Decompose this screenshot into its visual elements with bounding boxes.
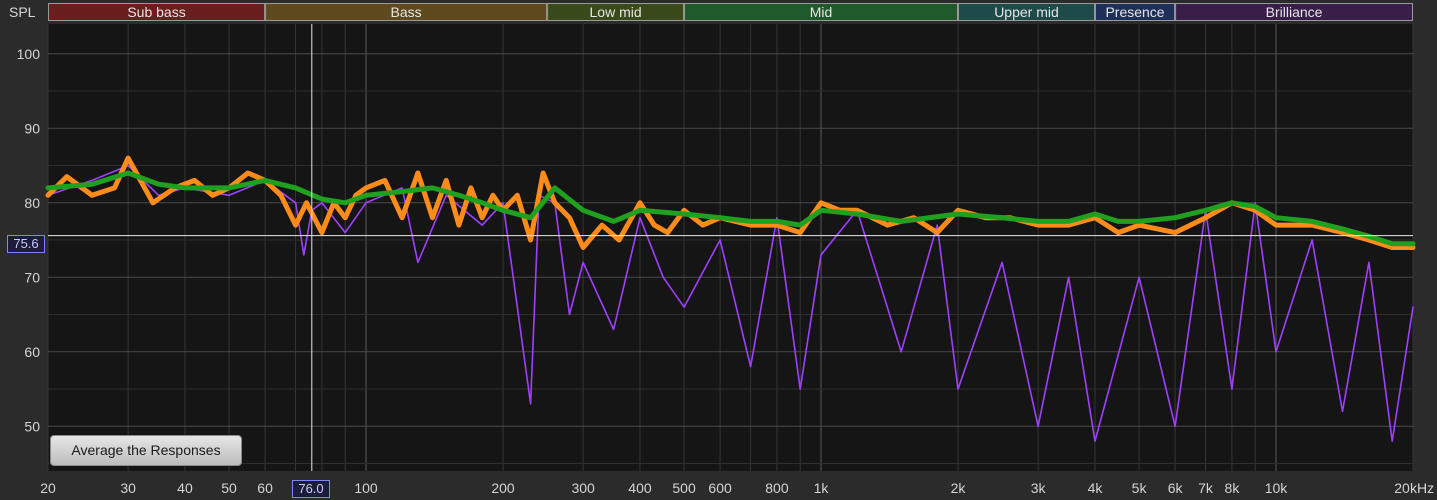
x-tick-label: 8k [1225, 480, 1241, 496]
x-tick-label: 60 [257, 480, 273, 496]
band-label-5: Presence [1105, 4, 1164, 20]
average-responses-button[interactable]: Average the Responses [50, 435, 242, 466]
x-tick-label: 800 [765, 480, 789, 496]
x-tick-label: 2k [951, 480, 967, 496]
y-tick-label: 70 [24, 269, 40, 285]
frequency-band-strip: Sub bass Bass Low mid Mid Upper mid Presence B… [48, 3, 1414, 21]
x-tick-label: 600 [708, 480, 732, 496]
band-label-0: Sub bass [127, 4, 185, 20]
x-tick-label: 20 [1394, 480, 1410, 496]
y-tick-label: 50 [24, 418, 40, 434]
x-cursor-readout: 76.0 [292, 480, 330, 498]
band-label-2: Low mid [590, 4, 642, 20]
y-axis-label: SPL [9, 4, 36, 20]
x-tick-label: 400 [628, 480, 652, 496]
band-label-3: Mid [810, 4, 833, 20]
y-tick-label: 60 [24, 344, 40, 360]
y-tick-label: 100 [17, 46, 41, 62]
x-tick-label: 7k [1198, 480, 1214, 496]
band-label-1: Bass [391, 4, 422, 20]
x-tick-label: 6k [1168, 480, 1184, 496]
x-tick-label: 500 [672, 480, 696, 496]
y-tick-label: 90 [24, 120, 40, 136]
x-tick-label: 30 [120, 480, 136, 496]
y-cursor-readout: 75.6 [7, 235, 45, 253]
spl-frequency-chart[interactable]: Sub bass Bass Low mid Mid Upper mid Presence B… [0, 0, 1437, 500]
band-label-6: Brilliance [1266, 4, 1323, 20]
band-label-4: Upper mid [994, 4, 1059, 20]
x-tick-label: 10k [1265, 480, 1289, 496]
rew-spl-graph-window: Sub bass Bass Low mid Mid Upper mid Presence B… [0, 0, 1437, 500]
x-tick-label: 300 [571, 480, 595, 496]
x-tick-label: 3k [1031, 480, 1047, 496]
x-tick-label: 20 [40, 480, 56, 496]
x-tick-label: 200 [491, 480, 515, 496]
x-tick-labels: 203040506071002003004005006008001k2k3k4k… [40, 480, 1410, 496]
x-tick-label: 100 [354, 480, 378, 496]
x-axis-unit: kHz [1410, 480, 1435, 496]
x-tick-label: 5k [1132, 480, 1148, 496]
x-tick-label: 4k [1088, 480, 1104, 496]
x-tick-label: 1k [814, 480, 830, 496]
y-tick-label: 80 [24, 195, 40, 211]
x-tick-label: 40 [177, 480, 193, 496]
x-tick-label: 50 [221, 480, 237, 496]
